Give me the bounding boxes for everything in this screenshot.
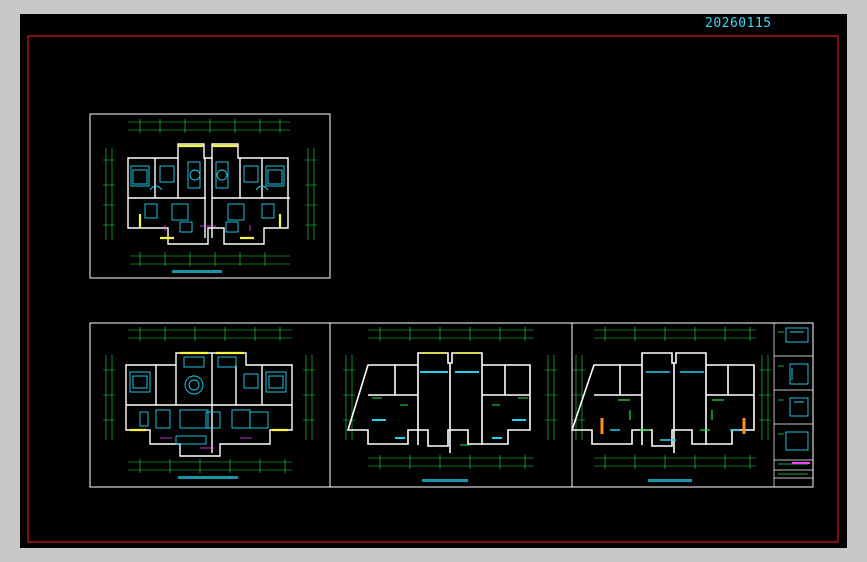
- sheet-border-top: [89, 113, 331, 279]
- plan-furnished-top: [103, 119, 317, 273]
- plan-furnished-bottom: [103, 327, 315, 479]
- sheet-border-bottom-right: [571, 322, 814, 488]
- plan-walls-right: [570, 322, 814, 488]
- cad-drawing: [27, 35, 839, 543]
- sheet-border-bottom-mid: [329, 322, 573, 488]
- plan-walls-middle: [343, 327, 557, 482]
